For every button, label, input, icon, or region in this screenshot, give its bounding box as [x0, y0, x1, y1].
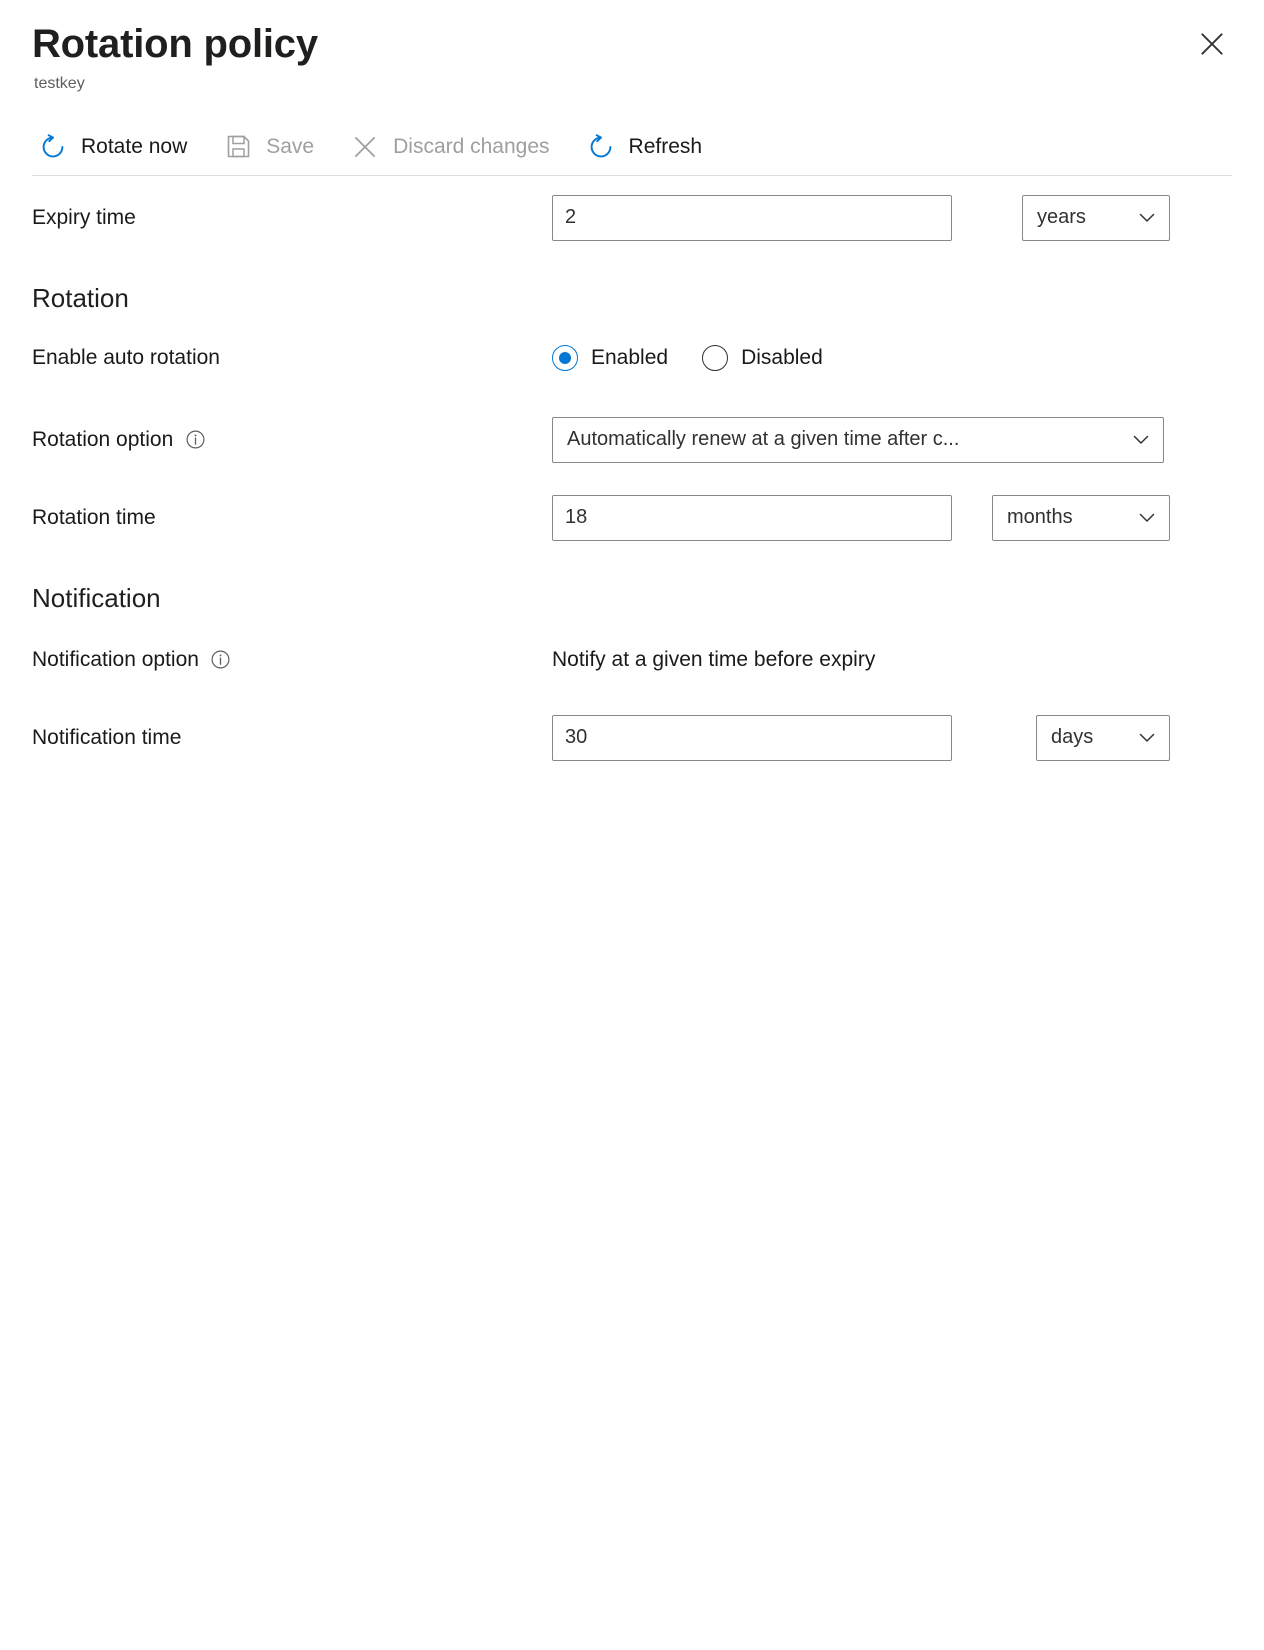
- page-title: Rotation policy: [32, 22, 1232, 67]
- info-icon[interactable]: [184, 429, 206, 451]
- page-subtitle: testkey: [34, 74, 1232, 93]
- info-icon[interactable]: [210, 649, 232, 671]
- notification-section-title: Notification: [32, 585, 161, 611]
- command-bar: Rotate now Save Discard changes: [0, 119, 1264, 175]
- expiry-time-label: Expiry time: [32, 206, 552, 230]
- close-x-icon: [350, 132, 380, 162]
- expiry-time-input[interactable]: [552, 195, 952, 241]
- radio-enabled[interactable]: Enabled: [552, 345, 668, 371]
- close-button[interactable]: [1190, 22, 1234, 66]
- enable-auto-rotation-radio-group: Enabled Disabled: [552, 345, 823, 371]
- notification-time-label: Notification time: [32, 726, 552, 750]
- expiry-time-row: Expiry time years: [32, 194, 1232, 242]
- rotate-icon: [38, 132, 68, 162]
- rotation-policy-panel: Rotation policy testkey Rotate now: [0, 0, 1264, 1650]
- rotation-time-input[interactable]: [552, 495, 952, 541]
- discard-changes-button[interactable]: Discard changes: [344, 125, 565, 169]
- notification-option-label-wrap: Notification option: [32, 648, 552, 672]
- save-label: Save: [266, 135, 314, 159]
- notification-time-row: Notification time days: [32, 714, 1232, 762]
- save-button[interactable]: Save: [217, 125, 330, 169]
- expiry-time-unit-value: years: [1037, 206, 1086, 229]
- notification-option-row: Notification option Notify at a given ti…: [32, 636, 1232, 684]
- radio-enabled-indicator: [552, 345, 578, 371]
- rotation-time-row: Rotation time months: [32, 494, 1232, 542]
- notification-option-label: Notification option: [32, 648, 199, 672]
- chevron-down-icon: [1137, 208, 1157, 228]
- rotation-option-label: Rotation option: [32, 428, 173, 452]
- rotation-time-unit-value: months: [1007, 506, 1073, 529]
- save-disk-icon: [223, 132, 253, 162]
- chevron-down-icon: [1131, 430, 1151, 450]
- notification-time-input[interactable]: [552, 715, 952, 761]
- notification-section-header: Notification: [32, 578, 1232, 618]
- rotate-now-button[interactable]: Rotate now: [32, 125, 203, 169]
- refresh-label: Refresh: [629, 135, 703, 159]
- refresh-button[interactable]: Refresh: [580, 125, 719, 169]
- radio-disabled-label: Disabled: [741, 346, 823, 370]
- rotation-option-value: Automatically renew at a given time afte…: [567, 428, 959, 451]
- radio-enabled-label: Enabled: [591, 346, 668, 370]
- enable-auto-rotation-label: Enable auto rotation: [32, 346, 552, 370]
- rotation-time-label: Rotation time: [32, 506, 552, 530]
- rotation-section-header: Rotation: [32, 278, 1232, 318]
- settings-form: Expiry time years Rotation Ena: [0, 176, 1264, 762]
- refresh-icon: [586, 132, 616, 162]
- chevron-down-icon: [1137, 728, 1157, 748]
- close-icon: [1197, 29, 1227, 59]
- rotation-option-dropdown[interactable]: Automatically renew at a given time afte…: [552, 417, 1164, 463]
- chevron-down-icon: [1137, 508, 1157, 528]
- radio-disabled[interactable]: Disabled: [702, 345, 823, 371]
- enable-auto-rotation-row: Enable auto rotation Enabled Disabled: [32, 330, 1232, 386]
- rotation-option-label-wrap: Rotation option: [32, 428, 552, 452]
- expiry-time-unit-dropdown[interactable]: years: [1022, 195, 1170, 241]
- notification-time-unit-value: days: [1051, 726, 1093, 749]
- notification-option-value: Notify at a given time before expiry: [552, 648, 875, 672]
- panel-header: Rotation policy testkey: [0, 0, 1264, 93]
- radio-disabled-indicator: [702, 345, 728, 371]
- rotate-now-label: Rotate now: [81, 135, 187, 159]
- notification-time-unit-dropdown[interactable]: days: [1036, 715, 1170, 761]
- rotation-section-title: Rotation: [32, 285, 129, 311]
- discard-changes-label: Discard changes: [393, 135, 549, 159]
- rotation-time-unit-dropdown[interactable]: months: [992, 495, 1170, 541]
- rotation-option-row: Rotation option Automatically renew at a…: [32, 416, 1232, 464]
